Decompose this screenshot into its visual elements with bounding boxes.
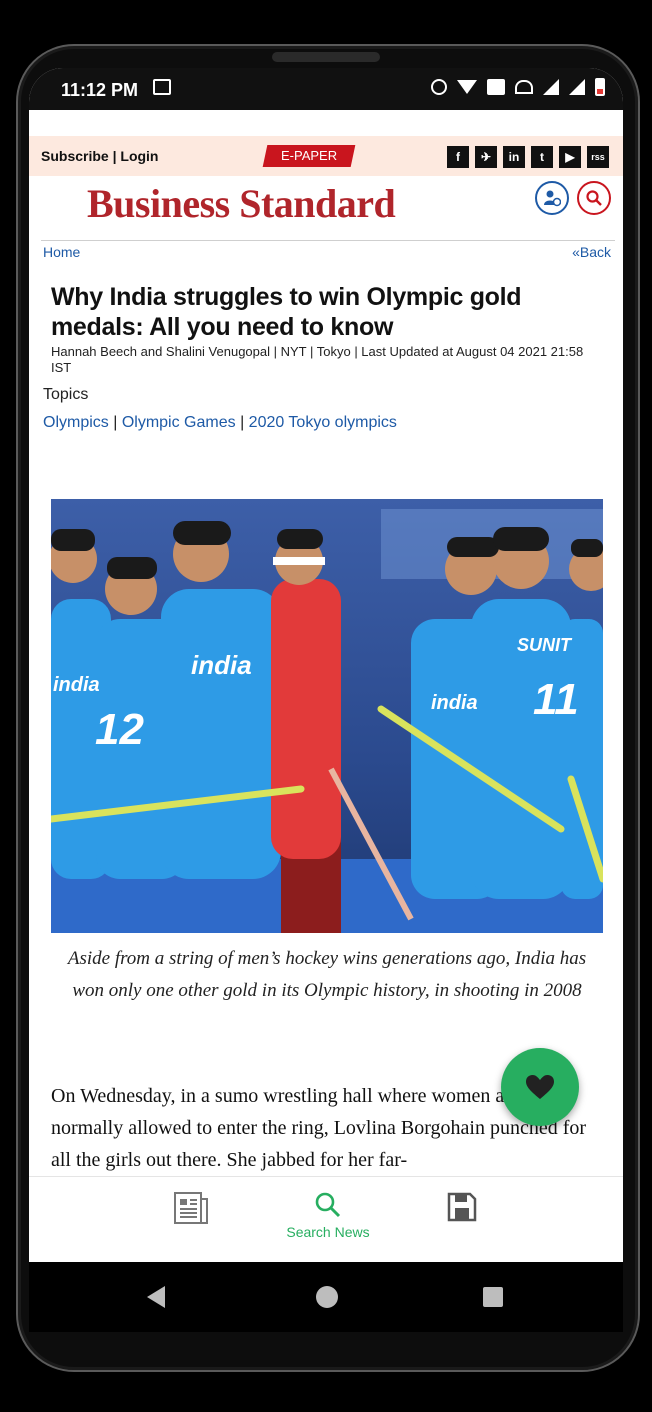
headband [273, 557, 325, 565]
system-nav-bar [29, 1262, 623, 1332]
subscribe-login-link[interactable]: Subscribe | Login [41, 148, 158, 164]
photo-caption: Aside from a string of men’s hockey wins… [67, 948, 587, 1001]
player-red [271, 579, 341, 859]
wifi-icon [457, 80, 477, 94]
status-time: 11:12 PM [61, 80, 139, 100]
article-photo[interactable]: india india india 12 11 SUNIT [51, 499, 603, 933]
topics-label: Topics [43, 386, 89, 403]
recents-nav-icon[interactable] [483, 1287, 503, 1307]
svg-text:india: india [431, 692, 478, 714]
back-link[interactable]: «Back [572, 244, 611, 260]
nav-saved-button[interactable] [445, 1191, 479, 1226]
topic-separator: | [235, 414, 249, 431]
epaper-label: E-PAPER [280, 148, 338, 163]
svg-text:india: india [191, 650, 252, 680]
nav-search-button[interactable]: Search News [273, 1191, 383, 1240]
header-divider [41, 240, 615, 241]
brand-row: Business Standard [29, 176, 623, 240]
hotspot-icon [515, 80, 533, 94]
header-search-button[interactable] [577, 181, 611, 215]
topic-separator: | [108, 414, 122, 431]
save-icon [447, 1192, 477, 1222]
telegram-icon[interactable]: ✈ [475, 146, 497, 168]
facebook-icon[interactable]: f [447, 146, 469, 168]
home-nav-icon[interactable] [316, 1286, 338, 1308]
newspaper-icon [174, 1192, 208, 1224]
brand-logo[interactable]: Business Standard [87, 180, 396, 227]
svg-text:SUNIT: SUNIT [517, 635, 573, 655]
top-strip: Subscribe | Login E-PAPER f ✈ in t ▶ rss [29, 136, 623, 176]
social-links: f ✈ in t ▶ rss [447, 146, 609, 168]
alarm-icon [431, 79, 447, 95]
svg-text:12: 12 [95, 705, 144, 754]
article-headline: Why India struggles to win Olympic gold … [51, 283, 522, 341]
twitter-icon[interactable]: t [531, 146, 553, 168]
app-screen: 11:12 PM Subscribe | Login E-PAPER f ✈ i… [29, 68, 623, 1332]
phone-speaker [272, 52, 380, 62]
signal-icon-1 [543, 79, 559, 95]
nav-news-button[interactable] [171, 1191, 211, 1228]
favorite-fab-button[interactable] [501, 1048, 579, 1126]
bottom-nav: Search News [29, 1176, 623, 1263]
account-button[interactable] [535, 181, 569, 215]
breadcrumb: Home «Back [43, 244, 611, 264]
nav-search-label: Search News [286, 1224, 370, 1240]
article-byline: Hannah Beech and Shalini Venugopal | NYT… [51, 344, 584, 375]
search-icon [586, 190, 602, 206]
user-icon [544, 190, 561, 207]
notification-icon [153, 79, 171, 95]
topic-link[interactable]: 2020 Tokyo olympics [249, 414, 397, 431]
topic-link[interactable]: Olympic Games [122, 414, 236, 431]
search-icon [315, 1192, 341, 1218]
topic-links: Olympics | Olympic Games | 2020 Tokyo ol… [43, 414, 397, 432]
svg-text:india: india [53, 674, 100, 696]
back-nav-icon[interactable] [147, 1286, 165, 1308]
topic-link[interactable]: Olympics [43, 414, 109, 431]
youtube-icon[interactable]: ▶ [559, 146, 581, 168]
hockey-team-photo: india india india 12 11 SUNIT [51, 499, 603, 933]
rss-icon[interactable]: rss [587, 146, 609, 168]
epaper-button[interactable]: E-PAPER [262, 145, 356, 167]
volte-icon [487, 79, 505, 95]
linkedin-icon[interactable]: in [503, 146, 525, 168]
battery-icon [595, 78, 605, 96]
signal-icon-2 [569, 79, 585, 95]
home-link[interactable]: Home [43, 244, 80, 260]
status-icons [431, 78, 605, 96]
status-bar: 11:12 PM [29, 68, 623, 110]
svg-text:11: 11 [533, 675, 579, 724]
heart-icon [526, 1075, 554, 1099]
